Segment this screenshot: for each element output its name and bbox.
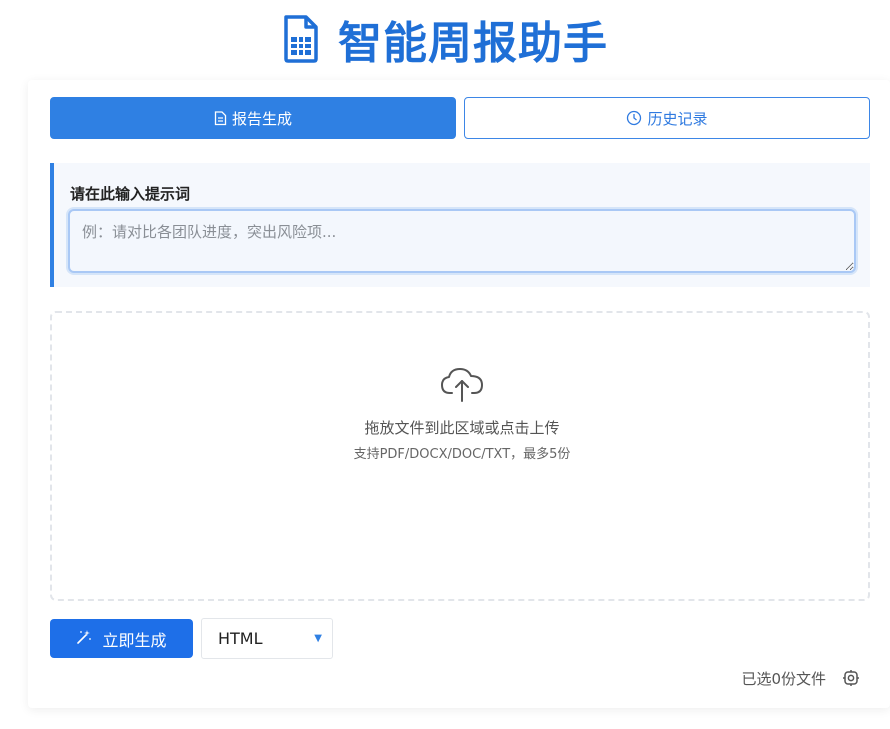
upload-sub-text: 支持PDF/DOCX/DOC/TXT，最多5份	[353, 447, 571, 462]
prompt-section: 请在此输入提示词	[50, 163, 870, 287]
generate-button-label: 立即生成	[102, 630, 167, 650]
chevron-down-icon: ▼	[314, 633, 322, 644]
document-icon	[282, 15, 320, 63]
file-status: 已选0份文件	[700, 668, 860, 688]
format-value: HTML	[218, 629, 263, 648]
document-icon	[214, 110, 227, 126]
app-title: 智能周报助手	[338, 18, 608, 69]
settings-icon[interactable]	[842, 669, 860, 687]
prompt-label: 请在此输入提示词	[70, 185, 191, 203]
file-upload-dropzone[interactable]: 拖放文件到此区域或点击上传 支持PDF/DOCX/DOC/TXT，最多5份	[50, 311, 870, 601]
tab-report-generate[interactable]: 报告生成	[50, 97, 456, 139]
tab-label: 报告生成	[231, 109, 292, 128]
output-format-select[interactable]: HTML ▼	[201, 618, 333, 659]
app-header: 智能周报助手	[0, 6, 890, 72]
magic-wand-icon	[76, 629, 92, 649]
cloud-upload-icon	[440, 365, 484, 405]
generate-button[interactable]: 立即生成	[50, 619, 193, 658]
tab-history[interactable]: 历史记录	[464, 97, 870, 139]
clock-icon	[626, 110, 642, 126]
upload-main-text: 拖放文件到此区域或点击上传	[364, 419, 560, 437]
tab-label: 历史记录	[647, 109, 708, 128]
prompt-input[interactable]	[68, 209, 856, 273]
tab-bar: 报告生成 历史记录	[50, 97, 870, 139]
selected-files-text: 已选0份文件	[741, 669, 826, 688]
